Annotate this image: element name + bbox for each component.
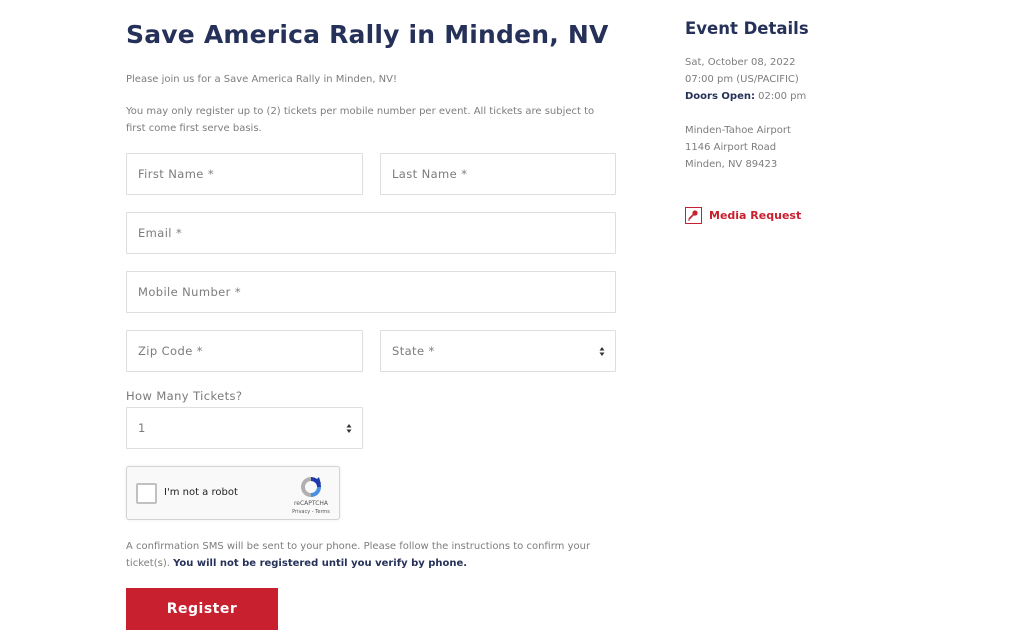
page-title: Save America Rally in Minden, NV [126, 20, 609, 49]
intro-text: Please join us for a Save America Rally … [126, 74, 398, 85]
mobile-number-input[interactable]: Mobile Number * [126, 271, 616, 313]
venue-name: Minden-Tahoe Airport [685, 125, 791, 136]
select-arrows-icon [599, 347, 605, 356]
register-button[interactable]: Register [126, 588, 278, 630]
zip-placeholder: Zip Code * [138, 344, 203, 358]
event-time: 07:00 pm (US/PACIFIC) [685, 74, 799, 85]
doors-open-label: Doors Open: [685, 91, 755, 102]
event-date: Sat, October 08, 2022 [685, 57, 796, 68]
recaptcha-logo-icon [301, 477, 321, 497]
venue-address-line1: 1146 Airport Road [685, 142, 777, 153]
state-placeholder: State * [392, 344, 435, 358]
recaptcha-label: I'm not a robot [164, 487, 238, 498]
recaptcha-widget: I'm not a robot reCAPTCHA Privacy - Term… [126, 466, 340, 520]
doors-open: Doors Open: 02:00 pm [685, 91, 806, 102]
confirmation-warning: You will not be registered until you ver… [173, 558, 468, 569]
tickets-select[interactable]: 1 [126, 407, 363, 449]
media-request-label: Media Request [709, 209, 802, 222]
first-name-input[interactable]: First Name * [126, 153, 363, 195]
last-name-placeholder: Last Name * [392, 167, 468, 181]
email-input[interactable]: Email * [126, 212, 616, 254]
media-request-link[interactable]: Media Request [685, 207, 801, 224]
tickets-value: 1 [138, 421, 146, 435]
last-name-input[interactable]: Last Name * [380, 153, 616, 195]
doors-open-time: 02:00 pm [758, 91, 807, 102]
recaptcha-checkbox[interactable] [136, 483, 157, 504]
recaptcha-terms-link[interactable]: Privacy - Terms [284, 509, 338, 515]
venue-address-line2: Minden, NV 89423 [685, 159, 778, 170]
state-select[interactable]: State * [380, 330, 616, 372]
mobile-placeholder: Mobile Number * [138, 285, 241, 299]
recaptcha-brand: reCAPTCHA [293, 500, 329, 507]
microphone-icon [685, 207, 702, 224]
confirmation-note: A confirmation SMS will be sent to your … [126, 538, 616, 572]
tickets-label: How Many Tickets? [126, 389, 243, 403]
zip-code-input[interactable]: Zip Code * [126, 330, 363, 372]
select-arrows-icon [346, 424, 352, 433]
event-details-title: Event Details [685, 19, 809, 38]
email-placeholder: Email * [138, 226, 183, 240]
ticket-notice: You may only register up to (2) tickets … [126, 106, 595, 134]
first-name-placeholder: First Name * [138, 167, 214, 181]
